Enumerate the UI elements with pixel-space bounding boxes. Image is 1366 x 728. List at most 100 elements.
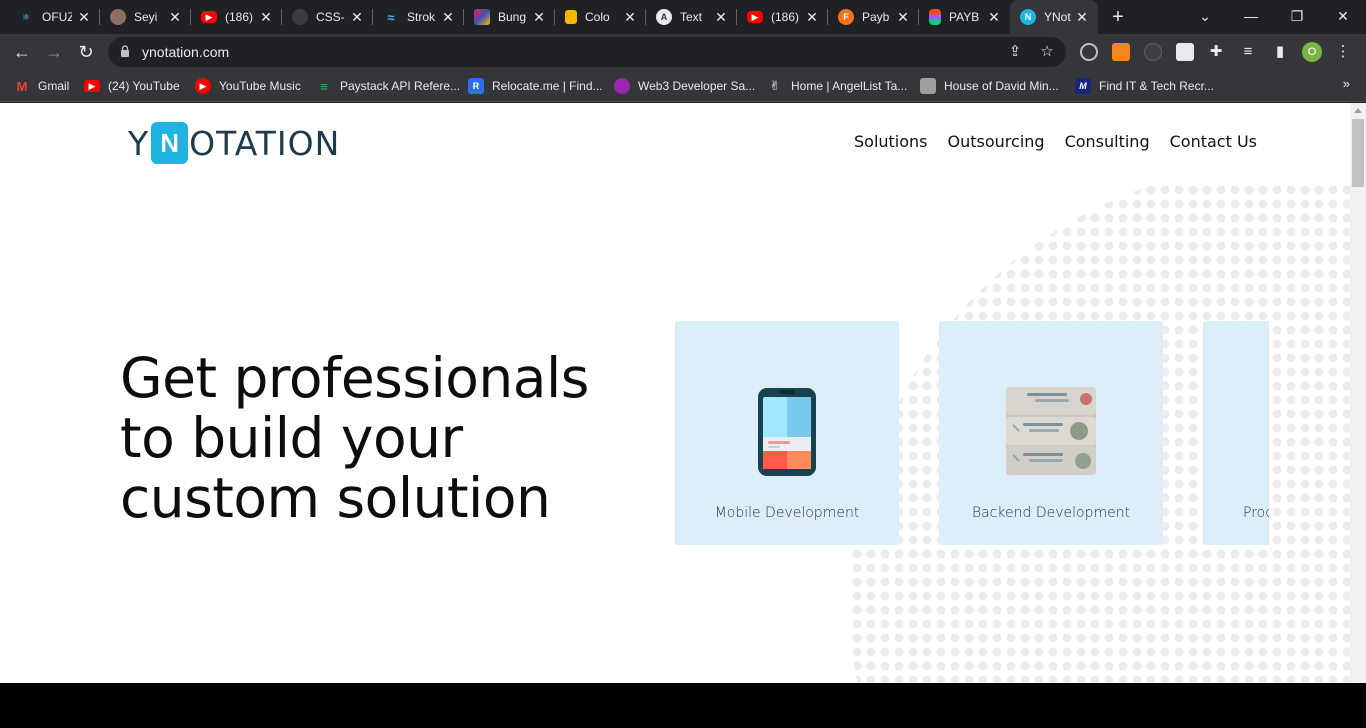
close-icon[interactable]: ✕ (258, 9, 274, 25)
close-icon[interactable]: ✕ (76, 9, 92, 25)
tab-title: (186) (225, 10, 254, 24)
bookmark-gmail[interactable]: M Gmail (14, 76, 70, 96)
tab-title: Text (680, 10, 703, 24)
github-icon (292, 9, 308, 25)
tab[interactable]: ▶ (186) ✕ (191, 0, 282, 34)
extension-icon[interactable] (1144, 43, 1162, 61)
bookmark-label: Gmail (38, 79, 70, 93)
close-window-button[interactable]: ✕ (1320, 0, 1366, 34)
bookmark-label: House of David Min... (944, 79, 1059, 93)
tab[interactable]: PAYB ✕ (919, 0, 1010, 34)
nav-solutions[interactable]: Solutions (854, 132, 928, 151)
reload-icon[interactable]: ↻ (74, 40, 98, 64)
tab-title: YNot (1044, 10, 1071, 24)
tab[interactable]: F Payb ✕ (828, 0, 919, 34)
tab[interactable]: CSS- ✕ (282, 0, 373, 34)
bookmark-label: Paystack API Refere... (340, 79, 461, 93)
nav-contact-us[interactable]: Contact Us (1170, 132, 1257, 151)
bookmark-web3[interactable]: Web3 Developer Sa... (614, 76, 755, 96)
share-icon[interactable]: ⇪ (1006, 43, 1024, 61)
tab-title: Payb (862, 10, 890, 24)
browser-toolbar: ← → ↻ ynotation.com ⇪ ☆ ✚ ≡ ▮ O ⋮ (0, 34, 1366, 70)
hero-heading: Get professionals to build your custom s… (120, 348, 640, 528)
bookmark-label: Home | AngelList Ta... (791, 79, 908, 93)
nav-consulting[interactable]: Consulting (1065, 132, 1150, 151)
forward-icon[interactable]: → (42, 40, 66, 64)
puzzle-icon[interactable]: ✚ (1207, 43, 1225, 61)
address-bar[interactable]: ynotation.com ⇪ ☆ (108, 37, 1066, 67)
figma-icon (929, 9, 941, 25)
close-icon[interactable]: ✕ (440, 9, 456, 25)
close-icon[interactable]: ✕ (531, 9, 547, 25)
service-card-product[interactable]: Prod (1203, 321, 1269, 545)
bookmark-label: Find IT & Tech Recr... (1099, 79, 1214, 93)
close-icon[interactable]: ✕ (349, 9, 365, 25)
text-icon: A (656, 9, 672, 25)
tab[interactable]: A Text ✕ (646, 0, 737, 34)
bookmark-house-of-david[interactable]: House of David Min... (920, 76, 1059, 96)
bookmark-paystack[interactable]: ≡ Paystack API Refere... (316, 76, 460, 96)
logo-mark: N (151, 122, 189, 164)
side-panel-icon[interactable]: ▮ (1271, 43, 1289, 61)
services-carousel: Mobile Development Backend Development P… (675, 321, 1269, 547)
new-tab-button[interactable]: + (1108, 7, 1128, 27)
close-icon[interactable]: ✕ (713, 9, 729, 25)
menu-icon[interactable]: ⋮ (1334, 43, 1352, 61)
tab-active[interactable]: N YNot ✕ (1010, 0, 1098, 34)
metamask-icon[interactable] (1112, 43, 1130, 61)
close-icon[interactable]: ✕ (1074, 9, 1090, 25)
scrollbar-thumb[interactable] (1352, 119, 1364, 187)
extension-icon[interactable] (1176, 43, 1194, 61)
extension-icon[interactable] (1080, 43, 1098, 61)
mobile-phone-icon (758, 388, 816, 476)
restore-button[interactable]: ❐ (1274, 0, 1320, 34)
bookmark-star-icon[interactable]: ☆ (1038, 43, 1056, 61)
tab[interactable]: ≈ Strok ✕ (373, 0, 464, 34)
angellist-icon: ✌ (769, 78, 781, 93)
close-icon[interactable]: ✕ (895, 9, 911, 25)
bookmark-youtube[interactable]: ▶ (24) YouTube (84, 76, 180, 96)
tab-title: CSS- (316, 10, 345, 24)
main-nav: Solutions Outsourcing Consulting Contact… (854, 132, 1277, 151)
logo-text-left: Y (128, 123, 150, 163)
tab[interactable]: Colo ✕ (555, 0, 646, 34)
service-card-label: Prod (1243, 505, 1269, 521)
page-viewport: Y N OTATION Solutions Outsourcing Consul… (0, 103, 1350, 683)
logo-text-right: OTATION (189, 123, 341, 163)
service-card-backend[interactable]: Backend Development (939, 321, 1163, 545)
hero-line: to build your (120, 406, 463, 470)
tab-title: OFUZ (42, 10, 72, 24)
bookmark-relocate[interactable]: R Relocate.me | Find... (468, 76, 603, 96)
payb-icon: F (838, 9, 854, 25)
tab[interactable]: ⚛ OFUZ ✕ (8, 0, 100, 34)
tab[interactable]: Bung ✕ (464, 0, 555, 34)
minimize-button[interactable]: — (1228, 0, 1274, 34)
nav-outsourcing[interactable]: Outsourcing (948, 132, 1045, 151)
close-icon[interactable]: ✕ (804, 9, 820, 25)
tab-title: PAYB (949, 10, 979, 24)
bookmark-angellist[interactable]: ✌ Home | AngelList Ta... (767, 76, 908, 96)
url-text[interactable]: ynotation.com (142, 37, 229, 67)
tab-search-icon[interactable]: ⌄ (1182, 0, 1228, 34)
bookmarks-overflow-icon[interactable]: » (1343, 76, 1350, 91)
close-icon[interactable]: ✕ (986, 9, 1002, 25)
service-card-mobile[interactable]: Mobile Development (675, 321, 899, 545)
bookmarks-bar: M Gmail ▶ (24) YouTube ▶ YouTube Music ≡… (0, 70, 1366, 102)
site-logo[interactable]: Y N OTATION (128, 121, 340, 165)
back-icon[interactable]: ← (10, 40, 34, 64)
bookmark-youtube-music[interactable]: ▶ YouTube Music (195, 76, 301, 96)
youtube-icon: ▶ (84, 80, 100, 92)
bookmark-find-it[interactable]: M Find IT & Tech Recr... (1075, 76, 1214, 96)
youtube-icon: ▶ (747, 11, 763, 23)
tab-strip: ⚛ OFUZ ✕ Seyi ✕ ▶ (186) ✕ CSS- ✕ ≈ Strok… (0, 0, 1366, 34)
profile-avatar[interactable]: O (1302, 42, 1322, 62)
media-icon[interactable]: ≡ (1239, 43, 1257, 61)
close-icon[interactable]: ✕ (622, 9, 638, 25)
page-scrollbar[interactable] (1350, 103, 1366, 683)
tab[interactable]: ▶ (186) ✕ (737, 0, 828, 34)
scroll-up-arrow-icon[interactable] (1354, 108, 1362, 113)
tab[interactable]: Seyi ✕ (100, 0, 191, 34)
close-icon[interactable]: ✕ (167, 9, 183, 25)
tailwind-icon: ≈ (387, 9, 395, 25)
tab-title: Colo (585, 10, 610, 24)
